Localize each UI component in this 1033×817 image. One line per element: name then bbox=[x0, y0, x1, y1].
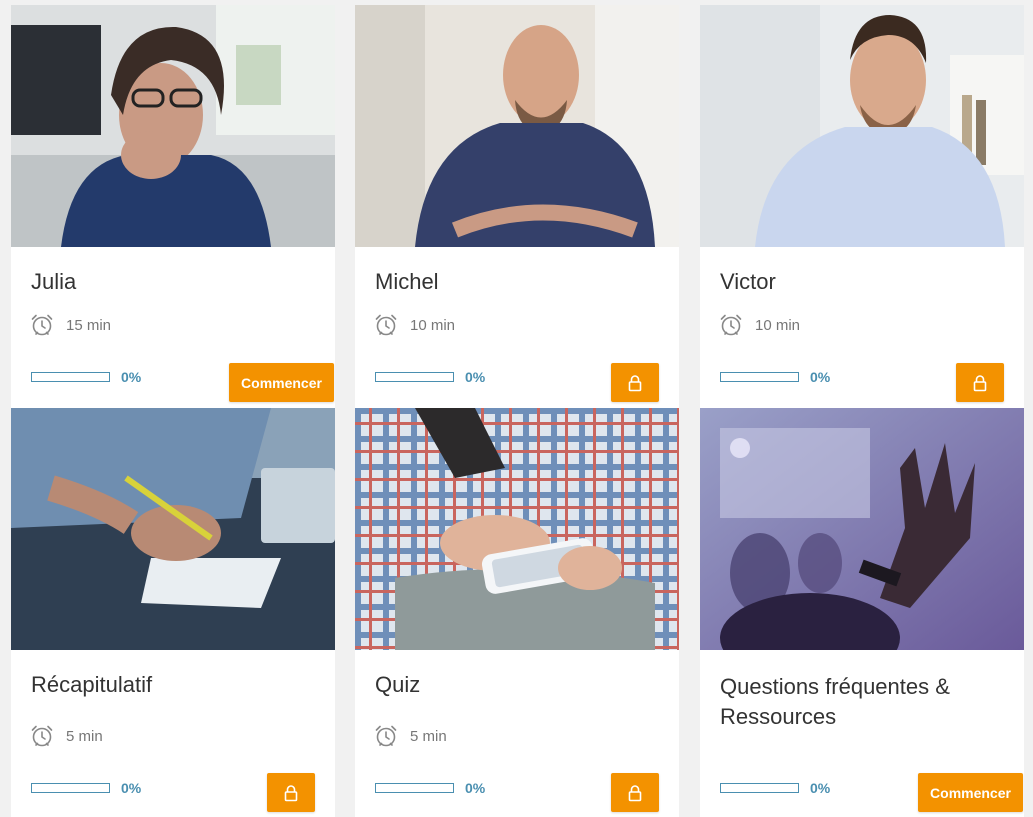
card-title: Questions fréquentes & Ressources bbox=[720, 672, 950, 732]
locked-button[interactable] bbox=[611, 363, 659, 402]
module-card-victor[interactable]: Victor 10 min 0% bbox=[700, 5, 1024, 408]
progress-label: 0% bbox=[810, 369, 831, 385]
progress-label: 0% bbox=[465, 369, 486, 385]
lock-icon bbox=[284, 784, 298, 801]
card-title: Julia bbox=[31, 269, 77, 294]
progress-bar bbox=[720, 783, 799, 793]
locked-button[interactable] bbox=[267, 773, 315, 812]
card-title: Victor bbox=[720, 269, 776, 294]
progress-bar bbox=[720, 372, 799, 382]
card-title: Récapitulatif bbox=[31, 672, 153, 697]
module-card-julia[interactable]: Julia 15 min 0% Commencer bbox=[11, 5, 335, 408]
duration-label: 10 min bbox=[410, 316, 456, 334]
start-button[interactable]: Commencer bbox=[229, 363, 334, 402]
locked-button[interactable] bbox=[956, 363, 1004, 402]
alarm-clock-icon bbox=[375, 725, 397, 747]
card-duration: 15 min bbox=[30, 313, 111, 337]
start-button[interactable]: Commencer bbox=[918, 773, 1023, 812]
module-card-michel[interactable]: Michel 10 min 0% bbox=[355, 5, 679, 408]
card-duration: 5 min bbox=[374, 724, 447, 748]
progress-label: 0% bbox=[465, 780, 486, 796]
card-duration: 10 min bbox=[719, 313, 800, 337]
duration-label: 10 min bbox=[755, 316, 801, 334]
progress-indicator: 0% bbox=[720, 780, 830, 796]
duration-label: 5 min bbox=[410, 727, 447, 745]
card-duration: 5 min bbox=[30, 724, 103, 748]
progress-bar bbox=[31, 783, 110, 793]
progress-indicator: 0% bbox=[31, 369, 141, 385]
alarm-clock-icon bbox=[31, 314, 53, 336]
progress-indicator: 0% bbox=[375, 780, 485, 796]
alarm-clock-icon bbox=[31, 725, 53, 747]
lock-icon bbox=[628, 784, 642, 801]
card-duration: 10 min bbox=[374, 313, 455, 337]
module-card-recapitulatif[interactable]: Récapitulatif 5 min 0% bbox=[11, 408, 335, 817]
woman-with-glasses-photo bbox=[11, 5, 335, 247]
progress-bar bbox=[375, 783, 454, 793]
locked-button[interactable] bbox=[611, 773, 659, 812]
lock-icon bbox=[628, 374, 642, 391]
card-title: Quiz bbox=[375, 672, 421, 697]
progress-bar bbox=[31, 372, 110, 382]
hand-writing-notes-photo bbox=[11, 408, 335, 650]
progress-label: 0% bbox=[121, 369, 142, 385]
card-title-line-1: Questions fréquentes & bbox=[720, 674, 950, 699]
progress-indicator: 0% bbox=[31, 780, 141, 796]
progress-indicator: 0% bbox=[720, 369, 830, 385]
alarm-clock-icon bbox=[720, 314, 742, 336]
smiling-young-man-photo bbox=[700, 5, 1024, 247]
module-card-faq-resources[interactable]: Questions fréquentes & Ressources 0% Com… bbox=[700, 408, 1024, 817]
duration-label: 5 min bbox=[66, 727, 103, 745]
bald-man-arms-crossed-photo bbox=[355, 5, 679, 247]
module-card-quiz[interactable]: Quiz 5 min 0% bbox=[355, 408, 679, 817]
progress-label: 0% bbox=[810, 780, 831, 796]
duration-label: 15 min bbox=[66, 316, 112, 334]
progress-label: 0% bbox=[121, 780, 142, 796]
progress-indicator: 0% bbox=[375, 369, 485, 385]
alarm-clock-icon bbox=[375, 314, 397, 336]
progress-bar bbox=[375, 372, 454, 382]
hands-holding-smartphone-photo bbox=[355, 408, 679, 650]
raised-hand-audience-photo bbox=[700, 408, 1024, 650]
card-title: Michel bbox=[375, 269, 439, 294]
card-title-line-2: Ressources bbox=[720, 704, 837, 729]
lock-icon bbox=[973, 374, 987, 391]
